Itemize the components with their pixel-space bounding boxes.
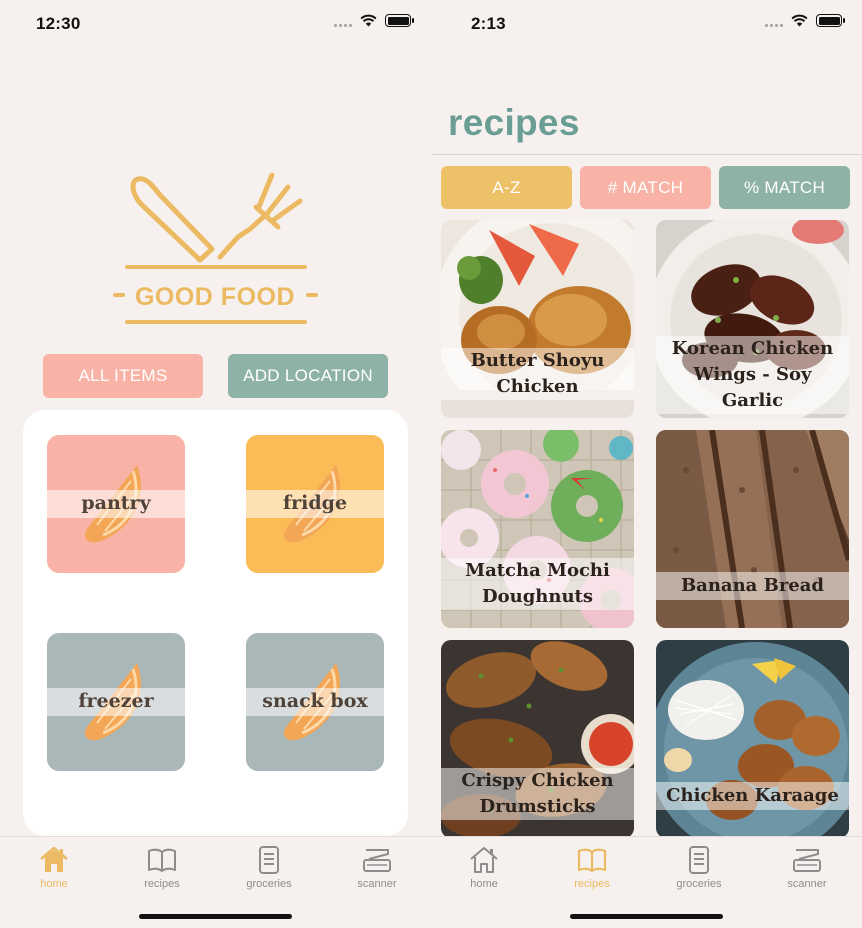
list-icon [689,846,709,874]
wifi-icon [360,14,377,27]
home-indicator[interactable] [570,914,723,919]
location-tile-pantry[interactable]: pantry [47,435,185,573]
status-time: 2:13 [471,14,506,33]
wifi-icon [791,14,808,27]
home-icon [470,847,498,873]
location-label: snack box [262,690,368,712]
page-title: recipes [448,102,580,143]
status-icons [334,14,414,27]
home-indicator[interactable] [139,914,292,919]
cellular-signal-icon [334,15,352,27]
title-divider [431,154,862,155]
status-icons [765,14,845,27]
status-bar: 12:30 [0,0,431,48]
sort-percent-match-button[interactable]: % MATCH [719,166,850,209]
location-label: fridge [282,492,348,514]
home-screen: 12:30 GOOD FOOD ALL ITEMS ADD LOCATION p… [0,0,431,928]
book-icon [148,848,176,872]
recipe-name: Banana Bread [680,575,825,596]
logo-line-bottom [125,320,307,324]
home-icon [40,846,68,872]
tab-recipes[interactable]: recipes [547,845,637,890]
add-location-button[interactable]: ADD LOCATION [228,354,388,398]
location-label: freezer [78,690,154,712]
tab-home[interactable]: home [439,845,529,890]
status-bar: 2:13 [431,0,862,48]
tab-groceries[interactable]: groceries [224,845,314,890]
logo-text: GOOD FOOD [134,283,296,311]
location-tile-snack-box[interactable]: snack box [246,633,384,771]
tab-recipes[interactable]: recipes [117,845,207,890]
logo-line-top [125,265,307,269]
recipe-card-butter-shoyu-chicken[interactable]: Butter Shoyu Chicken [441,220,634,418]
tab-home[interactable]: home [9,845,99,890]
good-food-logo: GOOD FOOD [100,165,330,335]
scanner-icon [793,849,821,872]
recipes-screen: 2:13 recipes A-Z # MATCH % MATCH Butter … [431,0,862,928]
recipe-name: Korean Chicken Wings - Soy Garlic [671,338,834,411]
scanner-icon [363,849,391,872]
recipe-name: Crispy Chicken Drumsticks [461,770,614,817]
recipe-card-chicken-karaage[interactable]: Chicken Karaage [656,640,849,838]
tab-scanner[interactable]: scanner [332,845,422,890]
tab-groceries[interactable]: groceries [654,845,744,890]
recipe-name: Chicken Karaage [666,785,839,806]
status-time: 12:30 [36,14,81,33]
sort-az-button[interactable]: A-Z [441,166,572,209]
knife-fork-icon [130,172,303,263]
list-icon [259,846,279,874]
tab-scanner[interactable]: scanner [762,845,852,890]
sort-count-match-button[interactable]: # MATCH [580,166,711,209]
recipe-card-korean-chicken-wings[interactable]: Korean Chicken Wings - Soy Garlic [656,220,849,418]
battery-icon [385,14,414,27]
battery-icon [816,14,845,27]
location-label: pantry [81,492,151,514]
book-icon [577,848,607,873]
cellular-signal-icon [765,15,783,27]
all-items-button[interactable]: ALL ITEMS [43,354,203,398]
recipe-card-banana-bread[interactable]: Banana Bread [656,430,849,628]
recipe-name: Butter Shoyu Chicken [470,350,605,397]
locations-panel: pantry fridge freezer snack box [23,410,408,836]
recipe-card-matcha-mochi-doughnuts[interactable]: Matcha Mochi Doughnuts [441,430,634,628]
recipe-name: Matcha Mochi Doughnuts [465,560,610,607]
location-tile-freezer[interactable]: freezer [47,633,185,771]
location-tile-fridge[interactable]: fridge [246,435,384,573]
recipe-card-crispy-chicken-drumsticks[interactable]: Crispy Chicken Drumsticks [441,640,634,838]
